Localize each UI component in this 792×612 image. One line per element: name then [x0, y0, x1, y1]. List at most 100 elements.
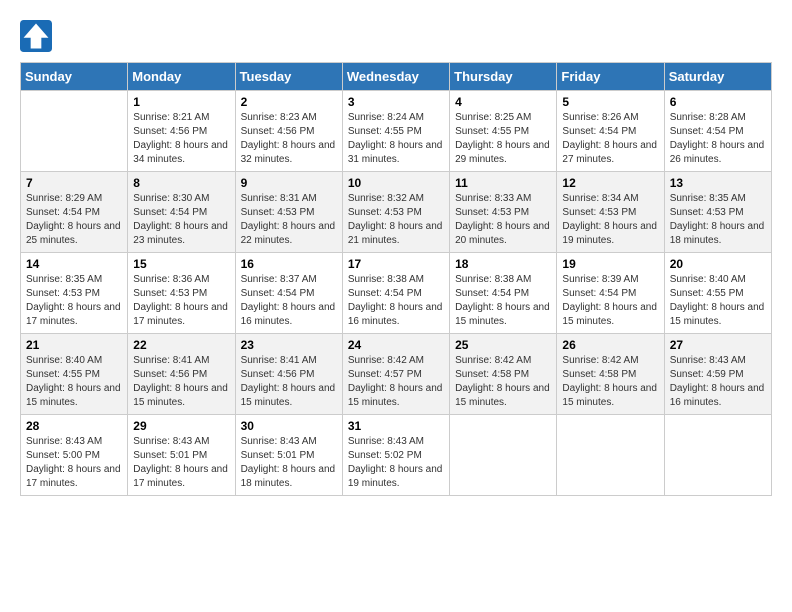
day-info: Sunrise: 8:34 AMSunset: 4:53 PMDaylight:… [562, 192, 658, 248]
weekday-header-row: SundayMondayTuesdayWednesdayThursdayFrid… [21, 63, 772, 91]
calendar-day-cell: 13Sunrise: 8:35 AMSunset: 4:53 PMDayligh… [664, 172, 771, 253]
calendar-day-cell: 21Sunrise: 8:40 AMSunset: 4:55 PMDayligh… [21, 334, 128, 415]
day-info: Sunrise: 8:43 AMSunset: 5:01 PMDaylight:… [241, 435, 337, 491]
day-info: Sunrise: 8:29 AMSunset: 4:54 PMDaylight:… [26, 192, 122, 248]
day-info: Sunrise: 8:41 AMSunset: 4:56 PMDaylight:… [241, 354, 337, 410]
day-info: Sunrise: 8:38 AMSunset: 4:54 PMDaylight:… [348, 273, 444, 329]
day-number: 30 [241, 419, 337, 433]
calendar-day-cell: 16Sunrise: 8:37 AMSunset: 4:54 PMDayligh… [235, 253, 342, 334]
calendar-day-cell: 15 Sunrise: 8:36 AMSunset: 4:53 PMDayligh… [128, 253, 235, 334]
calendar-day-cell: 31Sunrise: 8:43 AMSunset: 5:02 PMDayligh… [342, 415, 449, 496]
calendar-week-row: 21Sunrise: 8:40 AMSunset: 4:55 PMDayligh… [21, 334, 772, 415]
day-number: 1 [133, 95, 229, 109]
day-number: 12 [562, 176, 658, 190]
weekday-header: Thursday [450, 63, 557, 91]
day-info: Sunrise: 8:42 AMSunset: 4:58 PMDaylight:… [562, 354, 658, 410]
calendar-day-cell: 9 Sunrise: 8:31 AMSunset: 4:53 PMDaylight… [235, 172, 342, 253]
day-info: Sunrise: 8:24 AMSunset: 4:55 PMDaylight:… [348, 111, 444, 167]
calendar-week-row: 14Sunrise: 8:35 AMSunset: 4:53 PMDayligh… [21, 253, 772, 334]
calendar-day-cell: 4 Sunrise: 8:25 AMSunset: 4:55 PMDaylight… [450, 91, 557, 172]
calendar-day-cell: 7 Sunrise: 8:29 AMSunset: 4:54 PMDaylight… [21, 172, 128, 253]
day-info: Sunrise: 8:41 AMSunset: 4:56 PMDaylight:… [133, 354, 229, 410]
day-number: 17 [348, 257, 444, 271]
day-number: 29 [133, 419, 229, 433]
day-number: 23 [241, 338, 337, 352]
day-number: 28 [26, 419, 122, 433]
day-info: Sunrise: 8:26 AMSunset: 4:54 PMDaylight:… [562, 111, 658, 167]
day-number: 19 [562, 257, 658, 271]
day-info: Sunrise: 8:42 AMSunset: 4:57 PMDaylight:… [348, 354, 444, 410]
calendar-day-cell: 5Sunrise: 8:26 AMSunset: 4:54 PMDaylight… [557, 91, 664, 172]
day-info: Sunrise: 8:37 AMSunset: 4:54 PMDaylight:… [241, 273, 337, 329]
logo [20, 20, 58, 52]
day-number: 21 [26, 338, 122, 352]
day-number: 27 [670, 338, 766, 352]
calendar-day-cell: 20 Sunrise: 8:40 AMSunset: 4:55 PMDayligh… [664, 253, 771, 334]
logo-icon [20, 20, 52, 52]
day-info: Sunrise: 8:38 AMSunset: 4:54 PMDaylight:… [455, 273, 551, 329]
day-info: Sunrise: 8:23 AMSunset: 4:56 PMDaylight:… [241, 111, 337, 167]
calendar-day-cell: 27 Sunrise: 8:43 AMSunset: 4:59 PMDayligh… [664, 334, 771, 415]
calendar-day-cell: 1 Sunrise: 8:21 AMSunset: 4:56 PMDaylight… [128, 91, 235, 172]
calendar-day-cell: 29 Sunrise: 8:43 AMSunset: 5:01 PMDayligh… [128, 415, 235, 496]
calendar-day-cell: 23 Sunrise: 8:41 AMSunset: 4:56 PMDayligh… [235, 334, 342, 415]
day-number: 15 [133, 257, 229, 271]
day-info: Sunrise: 8:43 AMSunset: 5:01 PMDaylight:… [133, 435, 229, 491]
day-number: 3 [348, 95, 444, 109]
calendar-day-cell: 12 Sunrise: 8:34 AMSunset: 4:53 PMDayligh… [557, 172, 664, 253]
day-info: Sunrise: 8:32 AMSunset: 4:53 PMDaylight:… [348, 192, 444, 248]
day-number: 4 [455, 95, 551, 109]
day-info: Sunrise: 8:25 AMSunset: 4:55 PMDaylight:… [455, 111, 551, 167]
calendar-day-cell: 25 Sunrise: 8:42 AMSunset: 4:58 PMDayligh… [450, 334, 557, 415]
day-info: Sunrise: 8:43 AMSunset: 5:02 PMDaylight:… [348, 435, 444, 491]
day-info: Sunrise: 8:39 AMSunset: 4:54 PMDaylight:… [562, 273, 658, 329]
calendar-day-cell: 28 Sunrise: 8:43 AMSunset: 5:00 PMDayligh… [21, 415, 128, 496]
day-number: 7 [26, 176, 122, 190]
calendar-day-cell: 24 Sunrise: 8:42 AMSunset: 4:57 PMDayligh… [342, 334, 449, 415]
weekday-header: Sunday [21, 63, 128, 91]
calendar-day-cell [664, 415, 771, 496]
weekday-header: Tuesday [235, 63, 342, 91]
calendar-week-row: 7 Sunrise: 8:29 AMSunset: 4:54 PMDaylight… [21, 172, 772, 253]
calendar-day-cell: 30 Sunrise: 8:43 AMSunset: 5:01 PMDayligh… [235, 415, 342, 496]
day-info: Sunrise: 8:43 AMSunset: 4:59 PMDaylight:… [670, 354, 766, 410]
day-info: Sunrise: 8:33 AMSunset: 4:53 PMDaylight:… [455, 192, 551, 248]
day-info: Sunrise: 8:36 AMSunset: 4:53 PMDaylight:… [133, 273, 229, 329]
day-info: Sunrise: 8:21 AMSunset: 4:56 PMDaylight:… [133, 111, 229, 167]
day-number: 6 [670, 95, 766, 109]
day-number: 8 [133, 176, 229, 190]
calendar-day-cell: 14Sunrise: 8:35 AMSunset: 4:53 PMDayligh… [21, 253, 128, 334]
day-number: 26 [562, 338, 658, 352]
day-info: Sunrise: 8:31 AMSunset: 4:53 PMDaylight:… [241, 192, 337, 248]
calendar-day-cell [450, 415, 557, 496]
day-number: 25 [455, 338, 551, 352]
calendar-day-cell: 3 Sunrise: 8:24 AMSunset: 4:55 PMDaylight… [342, 91, 449, 172]
day-number: 18 [455, 257, 551, 271]
calendar-day-cell: 18 Sunrise: 8:38 AMSunset: 4:54 PMDayligh… [450, 253, 557, 334]
calendar-day-cell: 10 Sunrise: 8:32 AMSunset: 4:53 PMDayligh… [342, 172, 449, 253]
day-number: 24 [348, 338, 444, 352]
calendar-day-cell: 2 Sunrise: 8:23 AMSunset: 4:56 PMDaylight… [235, 91, 342, 172]
day-info: Sunrise: 8:40 AMSunset: 4:55 PMDaylight:… [670, 273, 766, 329]
calendar-week-row: 1 Sunrise: 8:21 AMSunset: 4:56 PMDaylight… [21, 91, 772, 172]
day-number: 11 [455, 176, 551, 190]
page-header [20, 20, 772, 52]
day-number: 9 [241, 176, 337, 190]
weekday-header: Saturday [664, 63, 771, 91]
day-info: Sunrise: 8:30 AMSunset: 4:54 PMDaylight:… [133, 192, 229, 248]
day-info: Sunrise: 8:43 AMSunset: 5:00 PMDaylight:… [26, 435, 122, 491]
day-info: Sunrise: 8:35 AMSunset: 4:53 PMDaylight:… [26, 273, 122, 329]
calendar-day-cell: 26 Sunrise: 8:42 AMSunset: 4:58 PMDayligh… [557, 334, 664, 415]
calendar-day-cell [21, 91, 128, 172]
day-number: 10 [348, 176, 444, 190]
day-info: Sunrise: 8:28 AMSunset: 4:54 PMDaylight:… [670, 111, 766, 167]
day-number: 2 [241, 95, 337, 109]
calendar-day-cell: 19 Sunrise: 8:39 AMSunset: 4:54 PMDayligh… [557, 253, 664, 334]
calendar-day-cell [557, 415, 664, 496]
day-number: 22 [133, 338, 229, 352]
day-info: Sunrise: 8:42 AMSunset: 4:58 PMDaylight:… [455, 354, 551, 410]
weekday-header: Wednesday [342, 63, 449, 91]
weekday-header: Friday [557, 63, 664, 91]
day-number: 20 [670, 257, 766, 271]
weekday-header: Monday [128, 63, 235, 91]
